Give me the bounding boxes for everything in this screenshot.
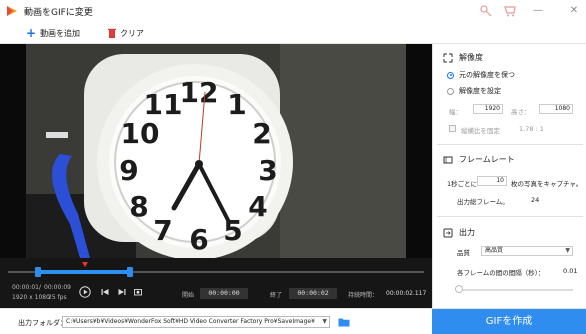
svg-text:12: 12 bbox=[180, 76, 219, 109]
set-resolution-option[interactable]: 解像度を設定 bbox=[447, 86, 501, 96]
keep-original-option[interactable]: 元の解像度を保つ bbox=[447, 70, 515, 80]
cart-icon[interactable] bbox=[502, 3, 518, 19]
svg-text:11: 11 bbox=[144, 88, 183, 121]
key-icon[interactable] bbox=[478, 3, 494, 19]
ratio-value: 1.78 : 1 bbox=[519, 125, 544, 133]
output-icon bbox=[443, 228, 453, 237]
keep-original-radio[interactable] bbox=[447, 71, 454, 79]
width-label: 幅： bbox=[449, 108, 462, 116]
app-logo-icon bbox=[7, 6, 17, 16]
clock-video-frame: 12 1 2 3 4 5 6 7 8 9 10 11 bbox=[0, 44, 432, 258]
keep-original-label: 元の解像度を保つ bbox=[459, 71, 515, 79]
output-folder-label: 出力フォルダ： bbox=[18, 319, 67, 327]
capture-label: 枚の写真をキャプチャ。 bbox=[511, 180, 583, 188]
fix-ratio-checkbox[interactable] bbox=[449, 125, 456, 132]
height-label: 高さ： bbox=[511, 108, 531, 116]
add-video-button[interactable]: + 動画を追加 bbox=[26, 26, 80, 40]
interval-slider-knob[interactable] bbox=[455, 285, 464, 293]
svg-text:3: 3 bbox=[258, 154, 277, 187]
trim-start-handle[interactable] bbox=[35, 267, 41, 277]
output-title: 出力 bbox=[459, 228, 475, 237]
start-time-input[interactable]: 00:00:00 bbox=[200, 288, 248, 299]
title-bar: 動画をGIFに変更 — ✕ bbox=[0, 0, 586, 22]
height-input[interactable]: 1080 bbox=[539, 104, 573, 114]
svg-text:8: 8 bbox=[129, 190, 148, 223]
minimize-button[interactable]: — bbox=[530, 3, 546, 19]
quality-value: 高品質 bbox=[485, 247, 504, 254]
trash-icon bbox=[108, 28, 116, 38]
window-title: 動画をGIFに変更 bbox=[24, 8, 93, 18]
svg-text:1: 1 bbox=[227, 88, 246, 121]
divider bbox=[437, 216, 583, 217]
bottom-bar: 出力フォルダ： C:¥Users¥b¥Videos¥WonderFox Soft… bbox=[0, 308, 586, 334]
resize-icon bbox=[443, 53, 453, 62]
fix-ratio-label: 縦横比を固定 bbox=[461, 127, 500, 135]
close-button[interactable]: ✕ bbox=[566, 3, 582, 19]
folder-icon[interactable] bbox=[338, 317, 350, 327]
video-fps: 25 fps bbox=[48, 294, 67, 301]
chevron-down-icon: ▼ bbox=[565, 247, 570, 254]
current-time: 00:00:01 bbox=[12, 284, 39, 291]
svg-text:6: 6 bbox=[189, 223, 208, 256]
svg-text:7: 7 bbox=[153, 214, 172, 247]
trim-end-handle[interactable] bbox=[127, 267, 133, 277]
create-gif-button[interactable]: GIFを作成 bbox=[432, 309, 586, 334]
settings-panel: 解像度 元の解像度を保つ 解像度を設定 幅： 1920 高さ： 1080 縦横比… bbox=[432, 44, 586, 308]
time-separator: / bbox=[39, 284, 42, 291]
width-input[interactable]: 1920 bbox=[473, 104, 503, 114]
set-resolution-label: 解像度を設定 bbox=[459, 87, 501, 95]
total-frames-label: 出力総フレーム。 bbox=[457, 198, 509, 206]
interval-label: 各フレームの間の間隔（秒）： bbox=[457, 269, 545, 277]
timeline-selection bbox=[38, 270, 130, 274]
play-icon[interactable] bbox=[79, 286, 91, 298]
total-time: 00:00:09 bbox=[44, 284, 71, 291]
chevron-down-icon: ▼ bbox=[322, 318, 327, 325]
toolbar: + 動画を追加 クリア bbox=[0, 22, 586, 44]
duration-label: 持続時間： bbox=[348, 292, 379, 299]
svg-text:2: 2 bbox=[252, 117, 271, 150]
frame-section-title: フレームレート bbox=[443, 154, 515, 165]
output-section-title: 出力 bbox=[443, 227, 475, 238]
frame-title: フレームレート bbox=[459, 155, 515, 164]
add-video-label: 動画を追加 bbox=[40, 28, 81, 38]
clear-label: クリア bbox=[120, 28, 144, 38]
start-label: 開始 bbox=[182, 292, 195, 299]
svg-text:9: 9 bbox=[119, 154, 138, 187]
output-path-field[interactable]: C:¥Users¥b¥Videos¥WonderFox Soft¥HD Vide… bbox=[62, 316, 330, 328]
snapshot-icon[interactable] bbox=[134, 288, 142, 296]
quality-select[interactable]: 高品質 ▼ bbox=[481, 246, 573, 256]
svg-text:10: 10 bbox=[121, 117, 160, 150]
set-resolution-radio[interactable] bbox=[447, 87, 454, 95]
divider bbox=[437, 144, 583, 145]
clear-button[interactable]: クリア bbox=[108, 26, 144, 40]
interval-slider-track[interactable] bbox=[457, 289, 573, 291]
resolution-title: 解像度 bbox=[459, 53, 483, 62]
output-path-value: C:¥Users¥b¥Videos¥WonderFox Soft¥HD Vide… bbox=[66, 318, 315, 325]
video-preview: 12 1 2 3 4 5 6 7 8 9 10 11 bbox=[0, 44, 432, 258]
interval-value: 0.01 bbox=[563, 267, 578, 275]
prev-frame-icon[interactable] bbox=[101, 288, 109, 296]
frames-per-second-input[interactable]: 10 bbox=[477, 176, 507, 186]
playhead-marker[interactable] bbox=[82, 262, 88, 267]
resolution-section-title: 解像度 bbox=[443, 52, 483, 63]
per-second-label: 1秒ごとに bbox=[447, 180, 478, 188]
total-frames-value: 24 bbox=[531, 196, 540, 204]
end-label: 終了 bbox=[270, 292, 283, 299]
video-resolution: 1920 x 1080 bbox=[12, 294, 50, 301]
svg-text:4: 4 bbox=[248, 190, 267, 223]
frame-icon bbox=[443, 156, 453, 163]
duration-value: 00:00:02.117 bbox=[386, 290, 427, 297]
end-time-input[interactable]: 00:00:02 bbox=[289, 288, 337, 299]
next-frame-icon[interactable] bbox=[118, 288, 126, 296]
plus-icon: + bbox=[26, 26, 37, 40]
player-controls: 00:00:01 / 00:00:09 1920 x 1080 25 fps 開… bbox=[0, 258, 432, 308]
quality-label: 品質 bbox=[457, 249, 470, 257]
